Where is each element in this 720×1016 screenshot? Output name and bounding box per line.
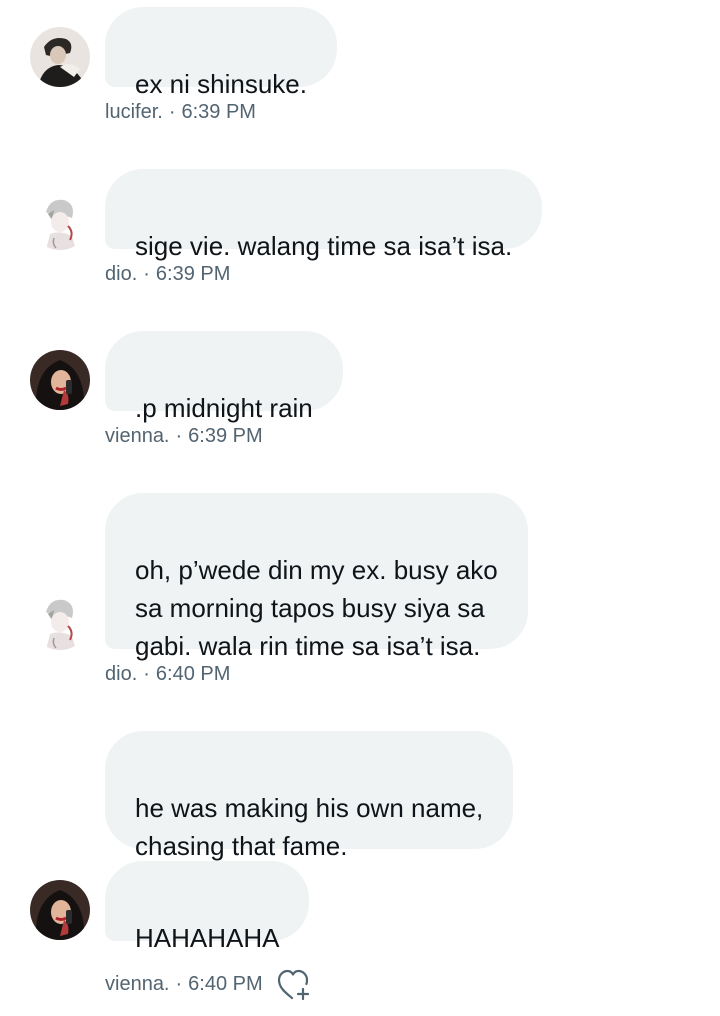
message-bubble[interactable]: .p midnight rain: [105, 331, 343, 423]
avatar-lucifer[interactable]: [30, 27, 90, 87]
message-time: 6:40 PM: [155, 663, 231, 685]
avatar-vienna[interactable]: [30, 350, 90, 410]
avatar-dio[interactable]: [30, 190, 90, 250]
message-time: 6:39 PM: [155, 263, 231, 285]
message-bubble[interactable]: oh, p’wede din my ex. busy ako sa mornin…: [105, 493, 528, 661]
meta-separator: ·: [143, 263, 150, 285]
message-bubble[interactable]: sige vie. walang time sa isa’t isa.: [105, 169, 543, 261]
message-text: sige vie. walang time sa isa’t isa.: [135, 231, 513, 261]
message-bubble[interactable]: he was making his own name, chasing that…: [105, 731, 514, 861]
message-meta: vienna. · 6:39 PM: [105, 424, 263, 448]
avatar-vienna[interactable]: [30, 880, 90, 940]
sender-name[interactable]: dio.: [105, 263, 137, 285]
message-text: .p midnight rain: [135, 393, 313, 423]
meta-separator: ·: [168, 101, 176, 123]
meta-separator: ·: [175, 425, 183, 447]
message-meta: dio. · 6:40 PM: [105, 662, 230, 686]
meta-separator: ·: [143, 663, 150, 685]
sender-name[interactable]: vienna.: [105, 425, 170, 447]
message-meta: lucifer. · 6:39 PM: [105, 100, 256, 124]
sender-name[interactable]: dio.: [105, 663, 137, 685]
message-meta: vienna. · 6:40 PM: [105, 972, 263, 996]
message-time: 6:39 PM: [181, 101, 256, 123]
message-time: 6:39 PM: [188, 425, 263, 447]
meta-separator: ·: [175, 973, 183, 995]
message-text: he was making his own name, chasing that…: [135, 793, 484, 861]
sender-name[interactable]: vienna.: [105, 973, 170, 995]
message-bubble[interactable]: ex ni shinsuke.: [105, 7, 337, 99]
message-time: 6:40 PM: [188, 973, 263, 995]
avatar-dio[interactable]: [30, 590, 90, 650]
message-text: ex ni shinsuke.: [135, 69, 307, 99]
message-bubble[interactable]: HAHAHAHA: [105, 861, 310, 953]
heart-plus-icon[interactable]: [276, 968, 312, 1002]
sender-name[interactable]: lucifer.: [105, 101, 163, 123]
message-text: oh, p’wede din my ex. busy ako sa mornin…: [135, 555, 498, 661]
message-meta: dio. · 6:39 PM: [105, 262, 230, 286]
message-text: HAHAHAHA: [135, 923, 280, 953]
